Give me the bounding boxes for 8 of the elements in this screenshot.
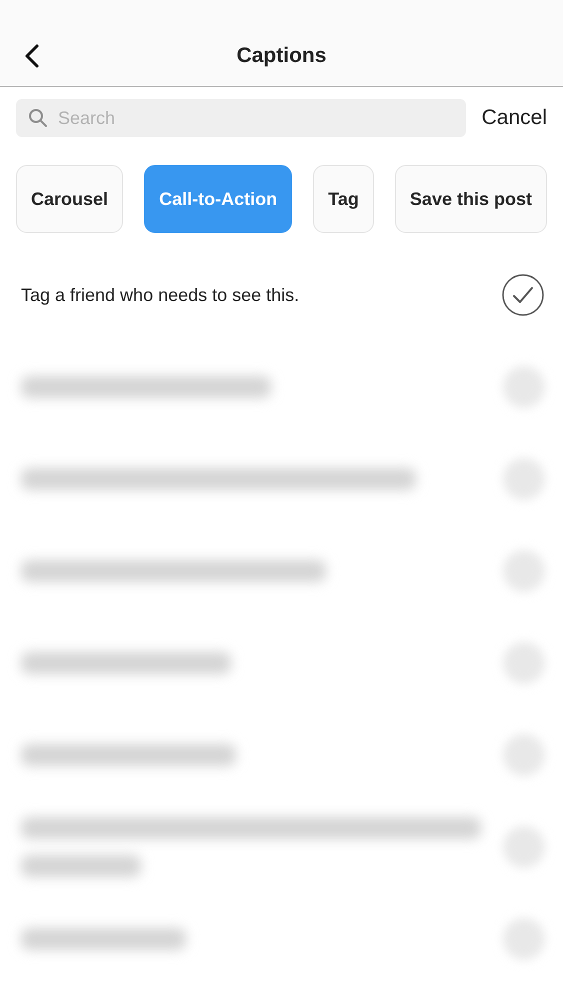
- category-tab[interactable]: Carousel: [16, 165, 124, 233]
- search-field[interactable]: Search: [16, 99, 466, 137]
- page-title: Captions: [236, 43, 326, 69]
- check-circle-icon[interactable]: [501, 273, 545, 317]
- category-tab[interactable]: Save this post: [394, 165, 547, 233]
- caption-text[interactable]: Tag a friend who needs to see this.: [21, 282, 300, 308]
- cancel-button[interactable]: Cancel: [482, 102, 547, 134]
- category-tab[interactable]: Tag: [313, 165, 374, 233]
